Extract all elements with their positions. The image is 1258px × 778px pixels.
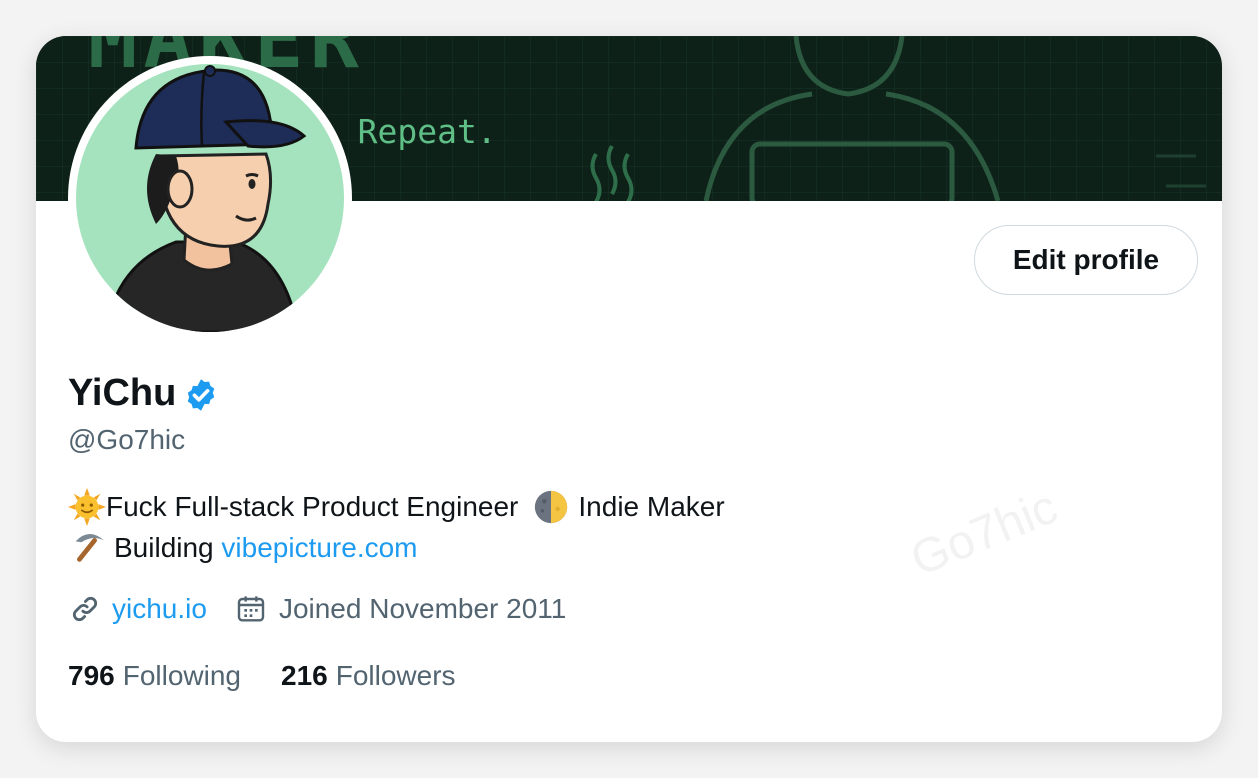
name-row: YiChu xyxy=(68,372,219,415)
link-icon xyxy=(72,596,98,622)
profile-stats: 796 Following 216 Followers xyxy=(68,660,456,692)
bio-line-2: Building vibepicture.com xyxy=(68,527,725,568)
avatar-image xyxy=(76,64,344,332)
avatar-illustration xyxy=(104,65,307,332)
profile-handle: @Go7hic xyxy=(68,424,186,455)
watermark: Go7hic xyxy=(903,480,1065,587)
bio-link[interactable]: vibepicture.com xyxy=(221,527,417,568)
website-item: yichu.io xyxy=(68,592,207,626)
following-label: Following xyxy=(122,660,241,691)
sun-face-icon xyxy=(68,487,106,526)
followers-label: Followers xyxy=(335,660,456,691)
joined-date: Joined November 2011 xyxy=(278,593,567,624)
avatar[interactable] xyxy=(68,56,352,340)
profile-meta: yichu.io Joined November 2011 xyxy=(68,592,566,626)
profile-card: MAKER h. Repeat. Edit profile YiChu xyxy=(36,36,1222,742)
website-link[interactable]: yichu.io xyxy=(112,593,207,625)
following-link[interactable]: 796 Following xyxy=(68,660,241,692)
profile-bio: Fuck Full-stack Product Engineer Indie M… xyxy=(68,486,725,568)
bio-building: Building xyxy=(114,532,214,563)
display-name: YiChu xyxy=(68,372,177,414)
pick-icon xyxy=(75,533,105,562)
followers-count: 216 xyxy=(281,660,328,691)
joined-item: Joined November 2011 xyxy=(235,593,566,625)
edit-profile-button[interactable]: Edit profile xyxy=(974,225,1198,295)
followers-link[interactable]: 216 Followers xyxy=(281,660,456,692)
bio-role: Indie Maker xyxy=(578,491,725,522)
half-moon-icon xyxy=(535,490,568,523)
bio-line-1: Fuck Full-stack Product Engineer Indie M… xyxy=(68,486,725,527)
following-count: 796 xyxy=(68,660,115,691)
bio-title: Fuck Full-stack Product Engineer xyxy=(106,491,519,522)
calendar-icon xyxy=(237,596,265,622)
verified-badge-icon[interactable] xyxy=(183,377,219,413)
